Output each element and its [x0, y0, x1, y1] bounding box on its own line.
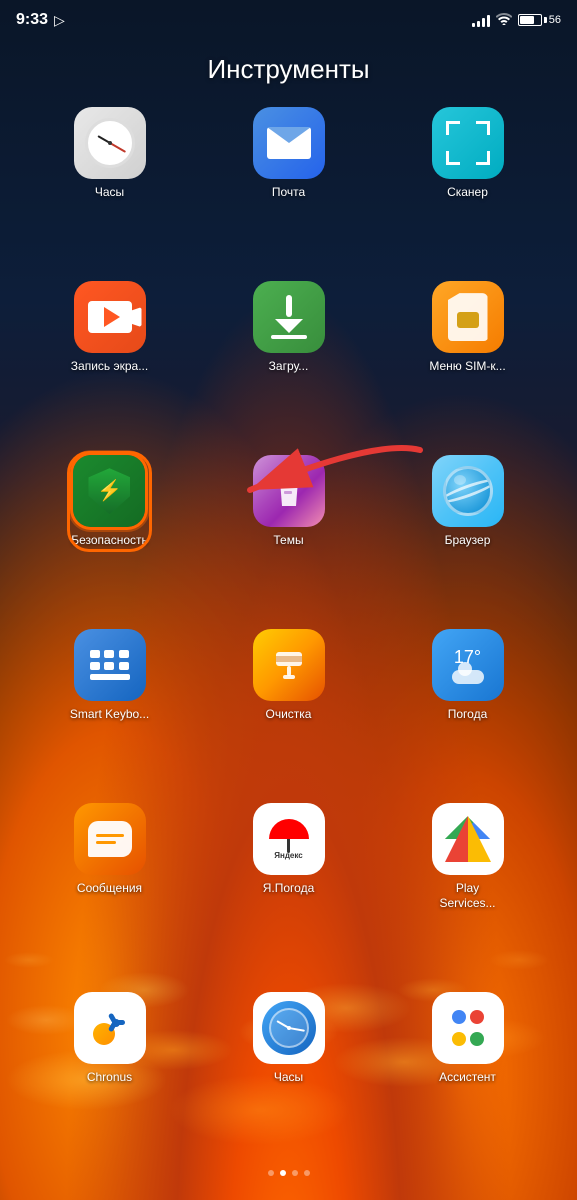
app-label-cleaner: Очистка — [266, 707, 312, 721]
app-label-security: Безопасность — [71, 533, 148, 547]
app-item-security[interactable]: ⚡ Безопасность — [71, 455, 148, 547]
download-icon — [253, 281, 325, 353]
app-label-browser: Браузер — [445, 533, 491, 547]
app-item-play-services[interactable]: Play Services... — [382, 803, 553, 980]
app-label-chronus: Chronus — [87, 1070, 132, 1084]
app-label-mail: Почта — [272, 185, 305, 199]
app-label-themes: Темы — [273, 533, 303, 547]
status-right: 56 — [472, 12, 561, 28]
themes-icon — [253, 455, 325, 527]
keyboard-icon — [74, 629, 146, 701]
app-item-clock2[interactable]: Часы — [203, 992, 374, 1154]
wifi-icon — [496, 12, 512, 28]
app-item-sim[interactable]: Меню SIM-к... — [382, 281, 553, 443]
app-item-record[interactable]: Запись экра... — [24, 281, 195, 443]
app-item-cleaner[interactable]: Очистка — [203, 629, 374, 791]
app-label-assistant: Ассистент — [439, 1070, 496, 1084]
app-label-ya-weather: Я.Погода — [263, 881, 315, 895]
app-item-download[interactable]: Загру... — [203, 281, 374, 443]
app-item-browser[interactable]: Браузер — [382, 455, 553, 617]
page-dot-2 — [280, 1170, 286, 1176]
app-label-clock: Часы — [95, 185, 124, 199]
assistant-icon — [432, 992, 504, 1064]
messages-icon — [74, 803, 146, 875]
weather-icon: 17° — [432, 629, 504, 701]
battery-level: 56 — [549, 14, 561, 26]
page-title: Инструменты — [0, 36, 577, 107]
page-indicator — [0, 1154, 577, 1200]
scanner-icon — [432, 107, 504, 179]
signal-icon — [472, 13, 490, 27]
page-dot-1 — [268, 1170, 274, 1176]
app-label-clock2: Часы — [274, 1070, 303, 1084]
app-item-clock[interactable]: Часы — [24, 107, 195, 269]
status-time: 9:33 — [16, 11, 48, 29]
battery-indicator: 56 — [518, 14, 561, 26]
app-item-mail[interactable]: Почта — [203, 107, 374, 269]
ya-weather-icon: Яндекс — [253, 803, 325, 875]
app-item-themes[interactable]: Темы — [203, 455, 374, 617]
app-label-keyboard: Smart Keybo... — [70, 707, 149, 721]
mail-icon — [253, 107, 325, 179]
app-label-scanner: Сканер — [447, 185, 488, 199]
browser-icon — [432, 455, 504, 527]
app-item-keyboard[interactable]: Smart Keybo... — [24, 629, 195, 791]
app-label-download: Загру... — [269, 359, 309, 373]
app-grid: Часы Почта Сканер — [0, 107, 577, 1154]
app-item-assistant[interactable]: Ассистент — [382, 992, 553, 1154]
security-icon: ⚡ — [73, 455, 145, 527]
app-label-sim: Меню SIM-к... — [429, 359, 505, 373]
app-label-messages: Сообщения — [77, 881, 142, 895]
cleaner-icon — [253, 629, 325, 701]
app-item-weather[interactable]: 17° Погода — [382, 629, 553, 791]
chronus-icon — [74, 992, 146, 1064]
clock-icon — [74, 107, 146, 179]
page-dot-3 — [292, 1170, 298, 1176]
status-bar: 9:33 ▷ 56 — [0, 0, 577, 36]
app-label-record: Запись экра... — [71, 359, 148, 373]
app-item-messages[interactable]: Сообщения — [24, 803, 195, 980]
sim-icon — [432, 281, 504, 353]
record-icon — [74, 281, 146, 353]
page-dot-4 — [304, 1170, 310, 1176]
app-item-chronus[interactable]: Chronus — [24, 992, 195, 1154]
notification-icon: ▷ — [54, 12, 65, 29]
app-item-ya-weather[interactable]: Яндекс Я.Погода — [203, 803, 374, 980]
clock2-icon — [253, 992, 325, 1064]
app-label-weather: Погода — [448, 707, 488, 721]
play-services-icon — [432, 803, 504, 875]
app-label-play-services: Play Services... — [428, 881, 508, 910]
app-item-scanner[interactable]: Сканер — [382, 107, 553, 269]
